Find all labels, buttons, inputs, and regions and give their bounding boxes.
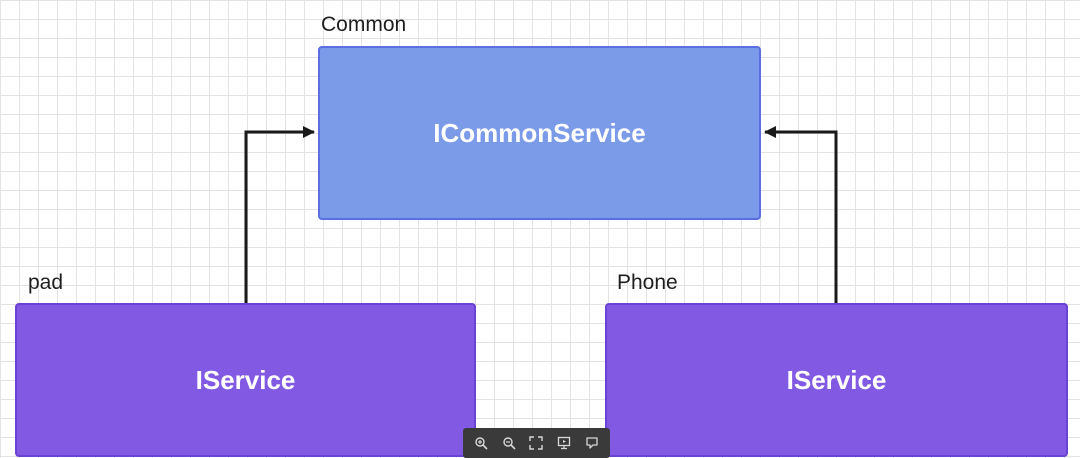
node-icommonservice[interactable]: ICommonService xyxy=(318,46,761,220)
node-icommonservice-label: ICommonService xyxy=(433,117,646,148)
zoom-out-icon xyxy=(502,437,516,450)
presentation-button[interactable] xyxy=(553,432,575,454)
edge-pad-to-common[interactable] xyxy=(244,126,315,303)
fit-screen-button[interactable] xyxy=(525,432,547,454)
node-pad-iservice[interactable]: IService xyxy=(15,303,476,457)
zoom-in-icon xyxy=(475,437,488,450)
node-pad-iservice-label: IService xyxy=(195,364,296,395)
zoom-out-button[interactable] xyxy=(498,432,520,454)
node-phone-iservice[interactable]: IService xyxy=(605,303,1068,457)
comment-icon xyxy=(586,437,598,449)
presentation-icon xyxy=(558,436,571,450)
fit-screen-icon xyxy=(529,436,544,450)
zoom-in-button[interactable] xyxy=(470,432,492,454)
group-label-common: Common xyxy=(321,13,407,36)
node-phone-iservice-label: IService xyxy=(786,364,887,395)
edge-phone-to-common[interactable] xyxy=(764,126,838,303)
zoom-toolbar xyxy=(463,428,610,458)
diagram-canvas[interactable]: Common pad Phone ICommonService IService… xyxy=(0,0,1080,458)
group-label-pad: pad xyxy=(28,271,64,294)
comment-button[interactable] xyxy=(581,432,603,454)
group-label-phone: Phone xyxy=(617,271,678,294)
